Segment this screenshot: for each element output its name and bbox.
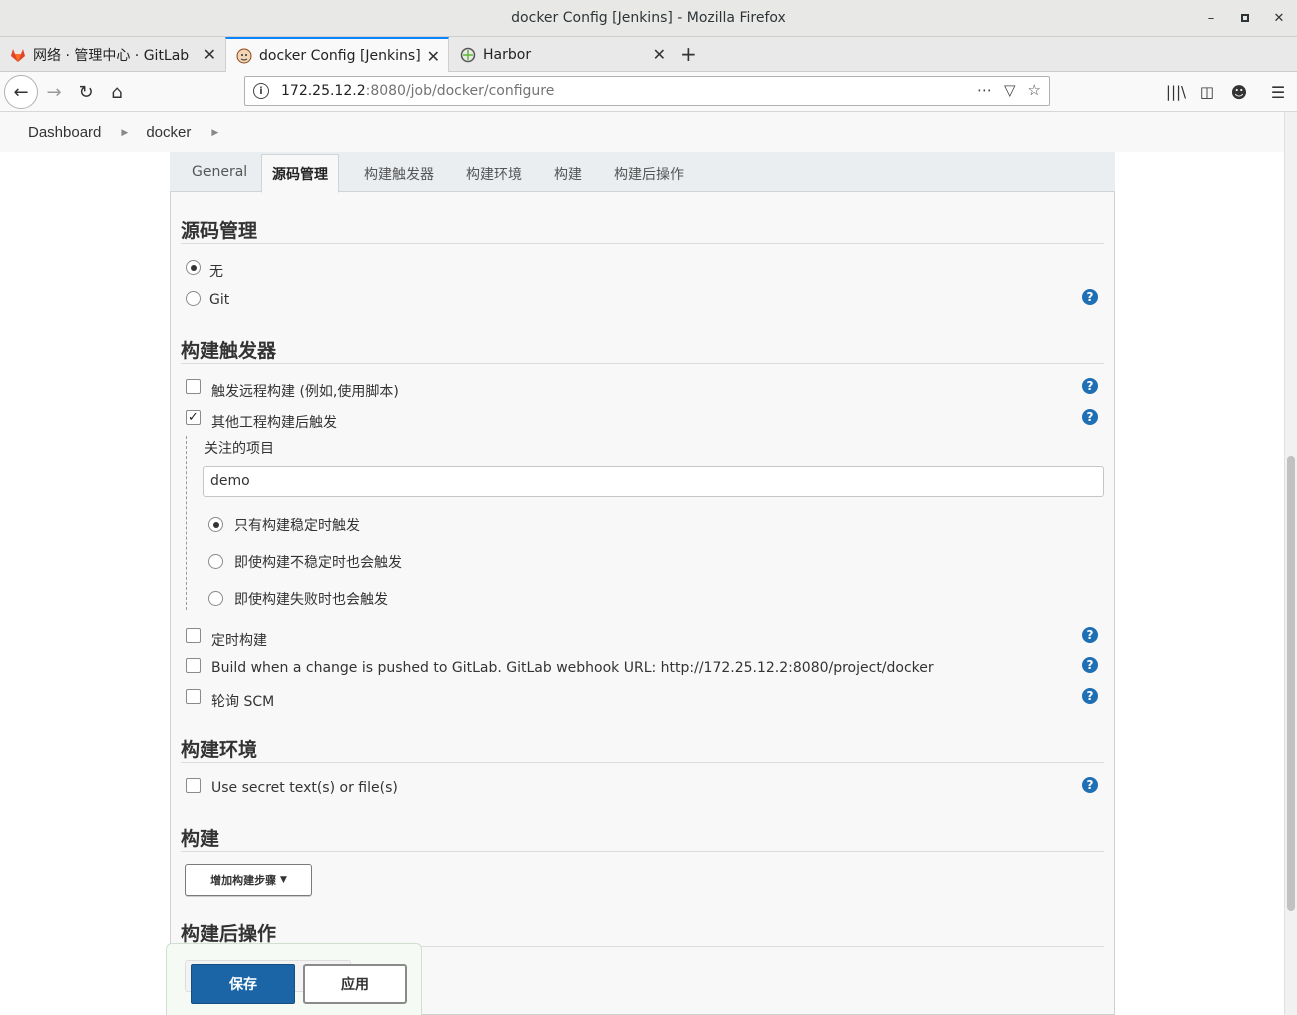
trigger-remote-label: 触发远程构建 (例如,使用脚本) [211, 384, 399, 400]
browser-tab-strip: 网络 · 管理中心 · GitLab ✕ docker Config [Jenk… [0, 37, 1297, 72]
new-tab-icon[interactable]: + [680, 42, 697, 66]
breadcrumb: Dashboard ▶ docker ▶ [0, 112, 1284, 152]
bookmark-star-icon[interactable]: ☆ [1028, 81, 1041, 99]
failed-label: 即使构建失败时也会触发 [234, 592, 388, 608]
back-icon[interactable]: ← [4, 75, 38, 109]
save-button[interactable]: 保存 [191, 964, 295, 1004]
trigger-gitlab-label: Build when a change is pushed to GitLab.… [211, 660, 934, 676]
url-text[interactable]: 172.25.12.2:8080/job/docker/configure [281, 83, 554, 99]
browser-tab-harbor[interactable]: Harbor ✕ [450, 37, 674, 72]
maximize-icon[interactable] [1235, 8, 1255, 28]
help-icon[interactable]: ? [1082, 289, 1098, 305]
window-title: docker Config [Jenkins] - Mozilla Firefo… [511, 10, 786, 26]
tab-scm[interactable]: 源码管理 [261, 154, 339, 193]
scm-none-radio[interactable] [186, 260, 201, 275]
close-tab-icon[interactable]: ✕ [427, 47, 440, 66]
apply-button[interactable]: 应用 [303, 964, 407, 1004]
browser-tab-label: 网络 · 管理中心 · GitLab [33, 47, 190, 64]
config-tabs: General 源码管理 构建触发器 构建环境 构建 构建后操作 [170, 152, 1115, 193]
pocket-icon[interactable]: ▽ [1004, 81, 1016, 99]
stable-only-label: 只有构建稳定时触发 [234, 518, 360, 534]
section-title-triggers: 构建触发器 [181, 340, 277, 362]
browser-tab-gitlab[interactable]: 网络 · 管理中心 · GitLab ✕ [0, 37, 224, 72]
forward-icon[interactable]: → [42, 80, 66, 104]
help-icon[interactable]: ? [1082, 688, 1098, 704]
close-tab-icon[interactable]: ✕ [653, 45, 666, 64]
close-tab-icon[interactable]: ✕ [203, 45, 216, 64]
site-info-icon[interactable]: i [253, 83, 269, 99]
browser-tab-jenkins[interactable]: docker Config [Jenkins] ✕ [225, 37, 449, 72]
nested-options-border [186, 436, 187, 610]
gitlab-icon [11, 48, 25, 62]
jenkins-icon [236, 48, 252, 63]
library-icon[interactable]: |||\ [1164, 80, 1188, 104]
scm-none-label: 无 [209, 264, 223, 280]
page-actions-icon[interactable]: ⋯ [977, 81, 992, 99]
secret-checkbox[interactable] [186, 778, 201, 793]
breadcrumb-dashboard[interactable]: Dashboard [28, 124, 101, 141]
account-icon[interactable]: ☻ [1227, 80, 1251, 104]
sidebar-icon[interactable]: ◫ [1195, 80, 1219, 104]
help-icon[interactable]: ? [1082, 777, 1098, 793]
trigger-timer-checkbox[interactable] [186, 628, 201, 643]
trigger-timer-label: 定时构建 [211, 633, 267, 649]
window-titlebar: docker Config [Jenkins] - Mozilla Firefo… [0, 0, 1297, 37]
tab-triggers[interactable]: 构建触发器 [364, 164, 434, 184]
close-window-icon[interactable]: ✕ [1269, 8, 1289, 28]
tab-general[interactable]: General [192, 164, 247, 180]
help-icon[interactable]: ? [1082, 409, 1098, 425]
caret-down-icon: ▼ [279, 875, 287, 885]
trigger-upstream-checkbox[interactable]: ✓ [186, 410, 201, 425]
watched-projects-label: 关注的项目 [204, 441, 274, 457]
section-divider [181, 243, 1104, 244]
scrollbar-thumb[interactable] [1287, 456, 1295, 911]
unstable-label: 即使构建不稳定时也会触发 [234, 555, 402, 571]
trigger-gitlab-checkbox[interactable] [186, 658, 201, 673]
menu-icon[interactable]: ☰ [1266, 80, 1290, 104]
trigger-remote-checkbox[interactable] [186, 379, 201, 394]
url-bar[interactable]: i 172.25.12.2:8080/job/docker/configure … [244, 76, 1050, 106]
add-build-step-button[interactable]: 增加构建步骤 ▼ [185, 864, 312, 896]
trigger-poll-label: 轮询 SCM [211, 694, 275, 710]
navigation-toolbar: ← → ↻ ⌂ i 172.25.12.2:8080/job/docker/co… [0, 72, 1297, 112]
help-icon[interactable]: ? [1082, 657, 1098, 673]
tab-build[interactable]: 构建 [554, 164, 582, 184]
unstable-radio[interactable] [208, 554, 223, 569]
trigger-poll-checkbox[interactable] [186, 689, 201, 704]
scm-git-label: Git [209, 292, 230, 308]
watched-projects-input[interactable]: demo [203, 466, 1104, 497]
stable-only-radio[interactable] [208, 517, 223, 532]
section-title-scm: 源码管理 [181, 220, 258, 242]
browser-tab-label: Harbor [483, 46, 532, 63]
minimize-icon[interactable]: – [1201, 8, 1221, 28]
harbor-icon [460, 47, 476, 62]
help-icon[interactable]: ? [1082, 627, 1098, 643]
chevron-right-icon[interactable]: ▶ [121, 127, 128, 138]
secret-label: Use secret text(s) or file(s) [211, 780, 398, 796]
home-icon[interactable]: ⌂ [105, 80, 129, 104]
browser-tab-label: docker Config [Jenkins] [259, 47, 421, 64]
scm-git-radio[interactable] [186, 291, 201, 306]
section-divider [181, 851, 1104, 852]
failed-radio[interactable] [208, 591, 223, 606]
tab-post-build[interactable]: 构建后操作 [614, 164, 684, 184]
reload-icon[interactable]: ↻ [74, 80, 98, 104]
breadcrumb-docker[interactable]: docker [146, 124, 191, 141]
section-divider [181, 762, 1104, 763]
section-title-build: 构建 [181, 828, 220, 850]
section-title-post-build: 构建后操作 [181, 923, 277, 945]
section-divider [181, 363, 1104, 364]
section-title-build-env: 构建环境 [181, 739, 258, 761]
tab-build-env[interactable]: 构建环境 [466, 164, 522, 184]
trigger-upstream-label: 其他工程构建后触发 [211, 415, 337, 431]
help-icon[interactable]: ? [1082, 378, 1098, 394]
chevron-right-icon[interactable]: ▶ [211, 127, 218, 138]
